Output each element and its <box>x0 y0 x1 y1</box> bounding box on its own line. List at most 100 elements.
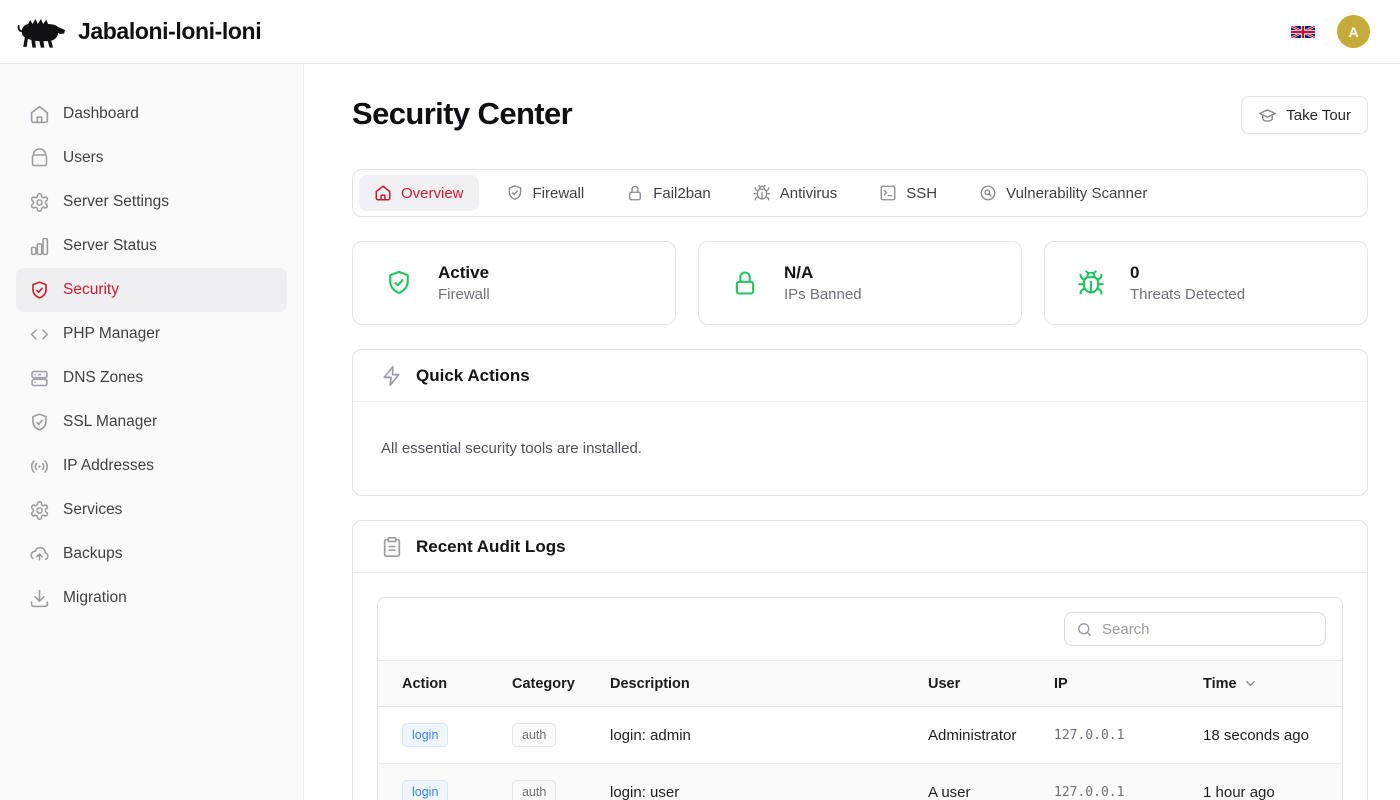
graduation-cap-icon <box>1258 106 1277 125</box>
gear-icon <box>28 191 50 213</box>
column-header-action[interactable]: Action <box>378 661 488 707</box>
home-icon <box>374 184 392 202</box>
user-cell: A user <box>904 764 1030 800</box>
action-badge: login <box>402 780 448 800</box>
description-cell: login: admin <box>586 707 904 764</box>
user-cell: Administrator <box>904 707 1030 764</box>
table-row: login auth login: admin Administrator 12… <box>378 707 1342 764</box>
column-header-user[interactable]: User <box>904 661 1030 707</box>
sidebar-item-security[interactable]: Security <box>16 268 287 312</box>
cloud-upload-icon <box>28 543 50 565</box>
terminal-icon <box>879 184 897 202</box>
sidebar-item-label: IP Addresses <box>63 457 154 475</box>
action-badge: login <box>402 723 448 747</box>
sidebar-item-label: Services <box>63 501 122 519</box>
bar-chart-icon <box>28 235 50 257</box>
sidebar-item-server-status[interactable]: Server Status <box>16 224 287 268</box>
lightning-icon <box>381 365 403 387</box>
app-title: Jabaloni-loni-loni <box>78 18 261 45</box>
tab-overview[interactable]: Overview <box>359 175 479 211</box>
sidebar-item-backups[interactable]: Backups <box>16 532 287 576</box>
lock-icon <box>731 269 759 297</box>
shield-check-icon <box>28 279 50 301</box>
brand: Jabaloni-loni-loni <box>16 12 261 52</box>
status-label: Threats Detected <box>1130 286 1245 303</box>
bug-icon <box>1077 269 1105 297</box>
clipboard-icon <box>381 536 403 558</box>
table-row: login auth login: user A user 127.0.0.1 … <box>378 764 1342 800</box>
download-icon <box>28 587 50 609</box>
status-value: Active <box>438 263 490 283</box>
sidebar-item-ip-addresses[interactable]: IP Addresses <box>16 444 287 488</box>
bug-icon <box>753 184 771 202</box>
user-avatar[interactable]: A <box>1337 15 1370 48</box>
take-tour-button[interactable]: Take Tour <box>1241 96 1368 134</box>
sidebar-item-label: PHP Manager <box>63 325 160 343</box>
sidebar-item-label: Backups <box>63 545 122 563</box>
sidebar-item-label: Dashboard <box>63 105 139 123</box>
sidebar-item-migration[interactable]: Migration <box>16 576 287 620</box>
page-title: Security Center <box>352 96 572 132</box>
sidebar-item-label: Users <box>63 149 103 167</box>
server-stack-icon <box>28 367 50 389</box>
tab-ssh[interactable]: SSH <box>864 175 952 211</box>
top-bar: Jabaloni-loni-loni A <box>0 0 1400 64</box>
shield-check-icon <box>28 411 50 433</box>
ip-cell: 127.0.0.1 <box>1030 764 1179 800</box>
description-cell: login: user <box>586 764 904 800</box>
status-cards: Active Firewall N/A IPs Banned 0 Threats… <box>352 241 1368 325</box>
sidebar: Dashboard Users Server Settings Server S… <box>0 64 304 800</box>
users-box-icon <box>28 147 50 169</box>
audit-search <box>1064 612 1326 646</box>
column-header-time[interactable]: Time <box>1179 661 1342 707</box>
audit-logs-card: Recent Audit Logs Action <box>352 520 1368 800</box>
column-header-category[interactable]: Category <box>488 661 586 707</box>
status-value: 0 <box>1130 263 1245 283</box>
ip-cell: 127.0.0.1 <box>1030 707 1179 764</box>
table-header-row: Action Category Description User IP Time <box>378 661 1342 707</box>
status-label: Firewall <box>438 286 490 303</box>
gear-icon <box>28 499 50 521</box>
time-cell: 1 hour ago <box>1179 764 1342 800</box>
status-card-firewall: Active Firewall <box>352 241 676 325</box>
tab-vulnerability-scanner[interactable]: Vulnerability Scanner <box>964 175 1162 211</box>
column-header-description[interactable]: Description <box>586 661 904 707</box>
main-content: Security Center Take Tour Overview Firew… <box>304 64 1400 800</box>
status-value: N/A <box>784 263 862 283</box>
category-badge: auth <box>512 780 556 800</box>
sidebar-item-server-settings[interactable]: Server Settings <box>16 180 287 224</box>
boar-logo-icon <box>16 12 68 52</box>
audit-logs-table: Action Category Description User IP Time <box>378 660 1342 800</box>
search-icon <box>1076 621 1093 638</box>
radio-waves-icon <box>28 455 50 477</box>
sidebar-item-dns-zones[interactable]: DNS Zones <box>16 356 287 400</box>
column-header-ip[interactable]: IP <box>1030 661 1179 707</box>
tab-firewall[interactable]: Firewall <box>491 175 600 211</box>
audit-logs-title: Recent Audit Logs <box>416 537 566 557</box>
sidebar-item-label: DNS Zones <box>63 369 143 387</box>
sidebar-item-ssl-manager[interactable]: SSL Manager <box>16 400 287 444</box>
home-icon <box>28 103 50 125</box>
scan-search-icon <box>979 184 997 202</box>
quick-actions-message: All essential security tools are install… <box>377 426 1343 471</box>
sidebar-item-dashboard[interactable]: Dashboard <box>16 92 287 136</box>
sidebar-item-label: Migration <box>63 589 127 607</box>
status-card-ips-banned: N/A IPs Banned <box>698 241 1022 325</box>
language-uk-flag-icon[interactable] <box>1291 22 1317 42</box>
quick-actions-title: Quick Actions <box>416 366 530 386</box>
audit-logs-table-card: Action Category Description User IP Time <box>377 597 1343 800</box>
sidebar-item-services[interactable]: Services <box>16 488 287 532</box>
sidebar-item-label: Security <box>63 281 119 299</box>
tab-fail2ban[interactable]: Fail2ban <box>611 175 726 211</box>
sidebar-item-users[interactable]: Users <box>16 136 287 180</box>
code-icon <box>28 323 50 345</box>
status-label: IPs Banned <box>784 286 862 303</box>
sidebar-item-label: Server Settings <box>63 193 169 211</box>
audit-search-input[interactable] <box>1102 621 1314 638</box>
sidebar-item-label: Server Status <box>63 237 157 255</box>
tab-antivirus[interactable]: Antivirus <box>738 175 853 211</box>
sidebar-item-php-manager[interactable]: PHP Manager <box>16 312 287 356</box>
shield-check-icon <box>385 269 413 297</box>
sidebar-item-label: SSL Manager <box>63 413 157 431</box>
time-cell: 18 seconds ago <box>1179 707 1342 764</box>
